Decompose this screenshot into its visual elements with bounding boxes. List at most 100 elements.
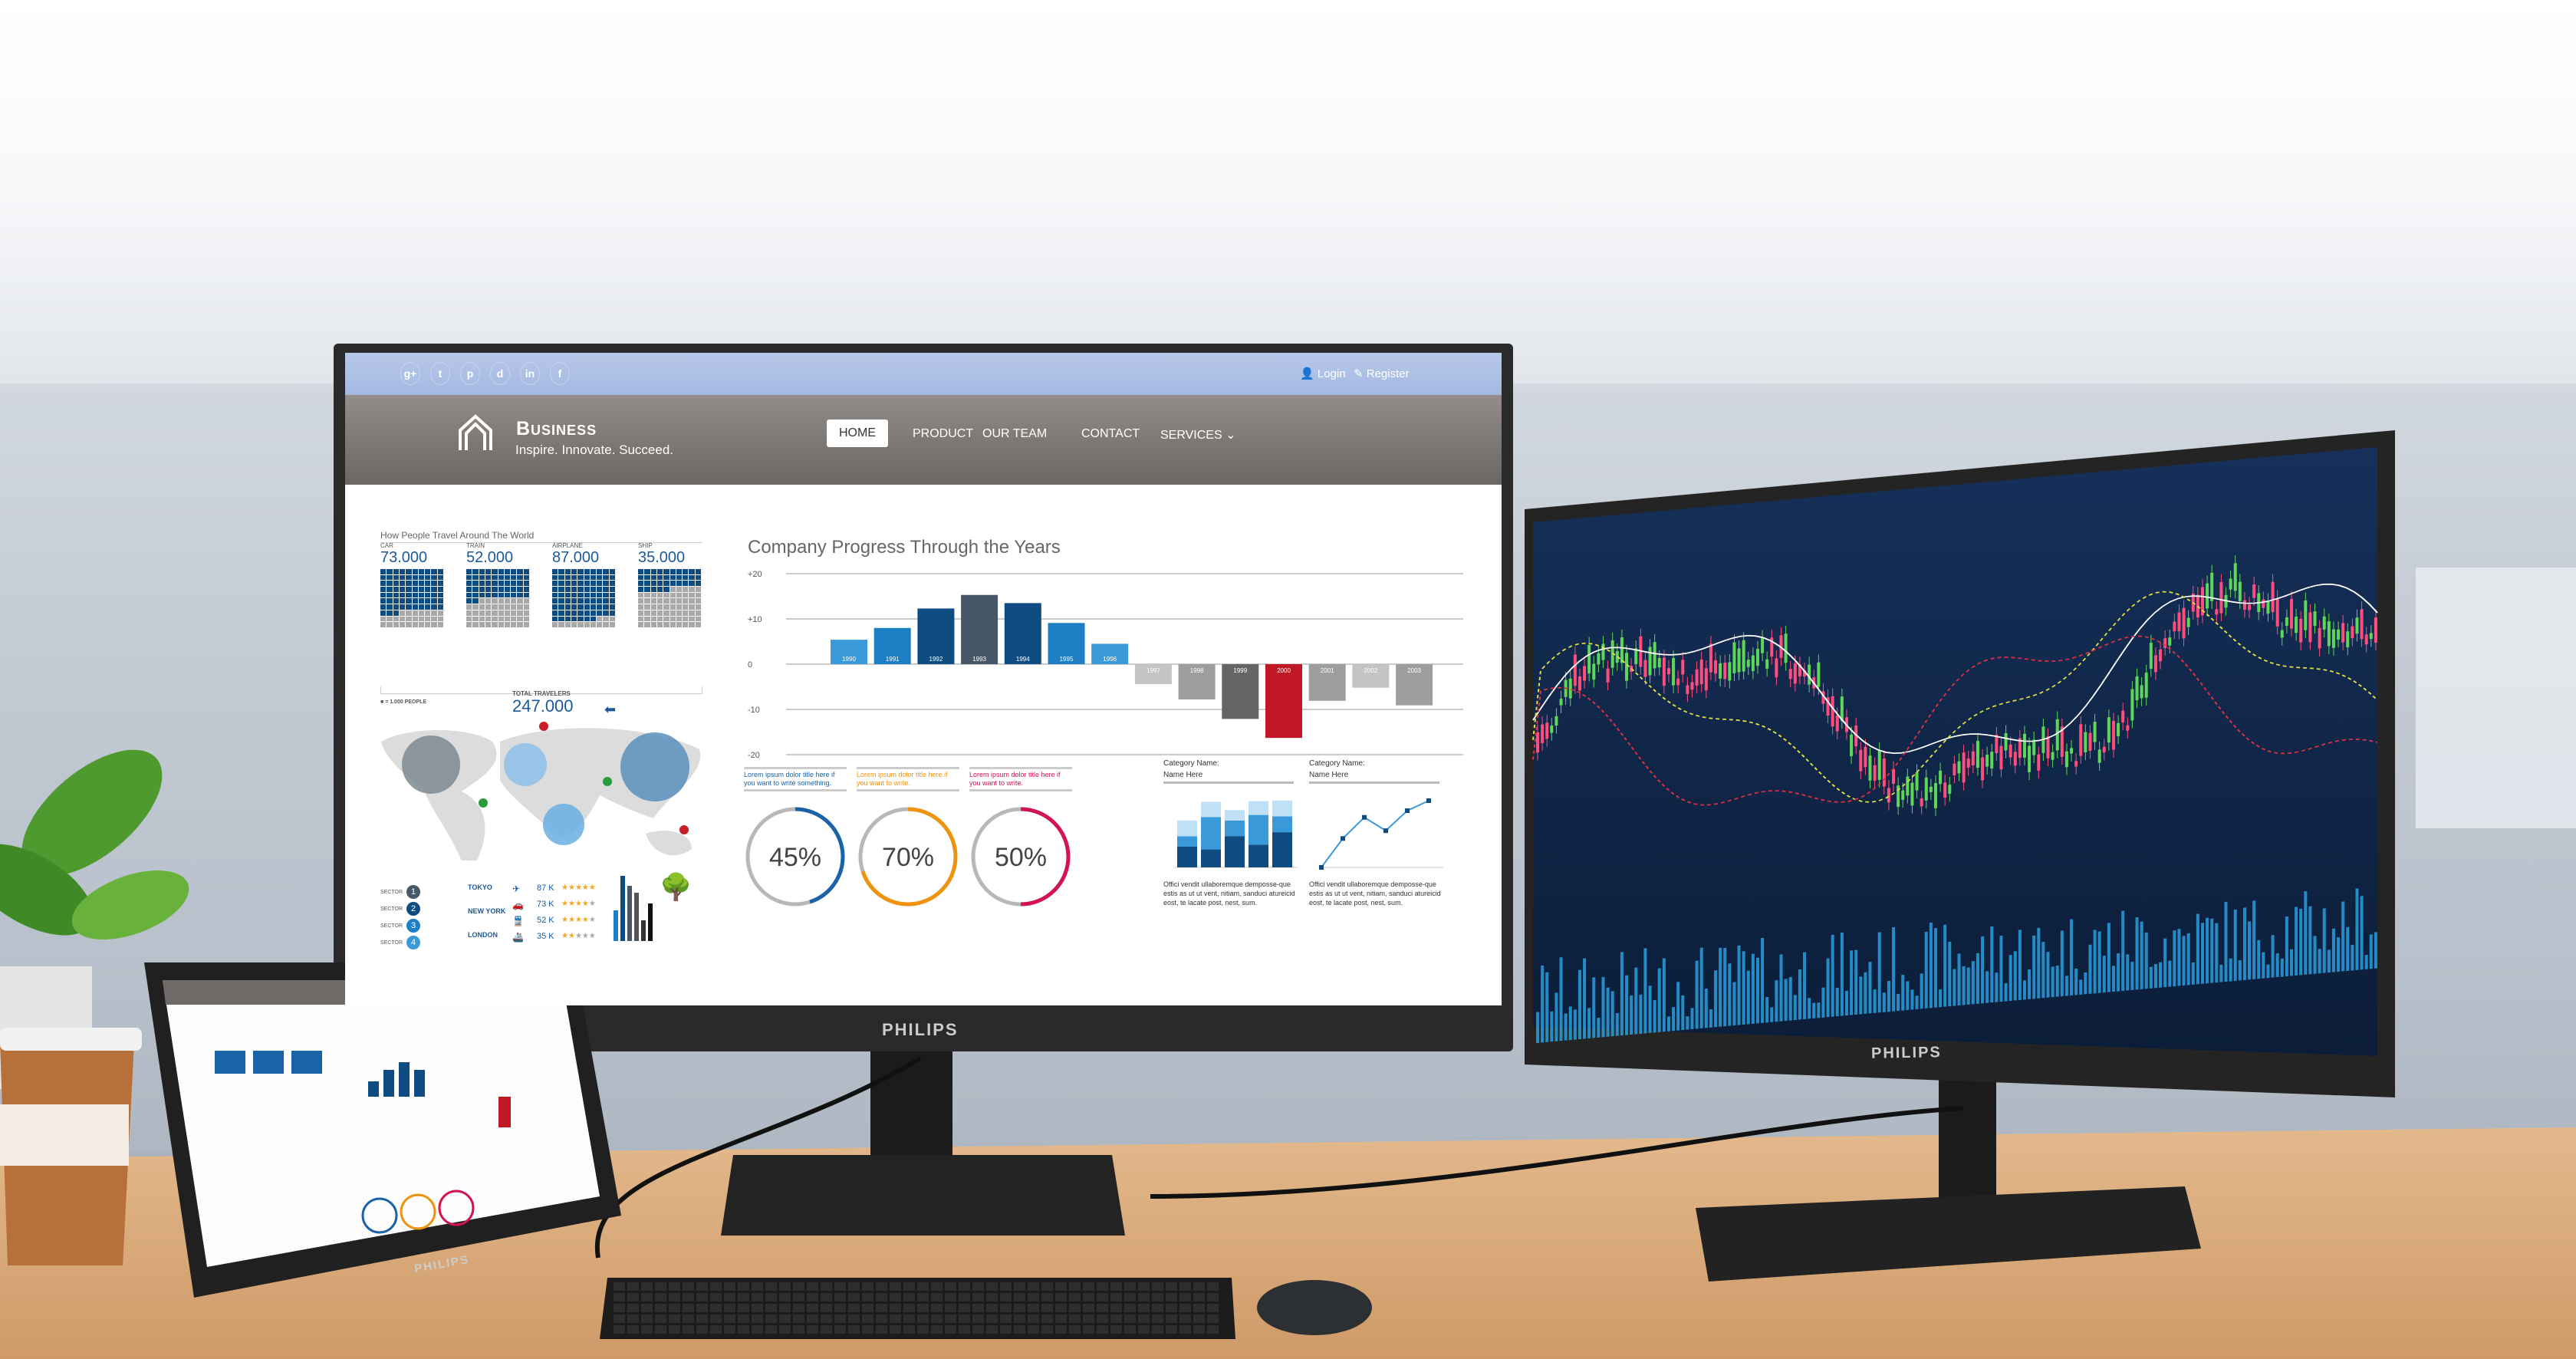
key[interactable] [945, 1315, 956, 1323]
key[interactable] [890, 1315, 901, 1323]
key[interactable] [669, 1325, 680, 1334]
key[interactable] [1055, 1282, 1067, 1291]
key[interactable] [655, 1282, 666, 1291]
key[interactable] [696, 1325, 708, 1334]
key[interactable] [959, 1282, 970, 1291]
key[interactable] [972, 1293, 984, 1301]
key[interactable] [765, 1315, 777, 1323]
key[interactable] [821, 1282, 832, 1291]
key[interactable] [641, 1293, 653, 1301]
key[interactable] [945, 1282, 956, 1291]
key[interactable] [724, 1315, 735, 1323]
key[interactable] [738, 1315, 749, 1323]
key[interactable] [752, 1293, 763, 1301]
key[interactable] [986, 1315, 998, 1323]
key[interactable] [959, 1304, 970, 1312]
key[interactable] [669, 1293, 680, 1301]
key[interactable] [614, 1293, 625, 1301]
key[interactable] [738, 1293, 749, 1301]
key[interactable] [1110, 1315, 1122, 1323]
key[interactable] [641, 1282, 653, 1291]
key[interactable] [655, 1293, 666, 1301]
key[interactable] [641, 1325, 653, 1334]
nav-services[interactable]: SERVICES ⌄ [1160, 427, 1235, 443]
key[interactable] [669, 1315, 680, 1323]
key[interactable] [1000, 1315, 1012, 1323]
key[interactable] [710, 1325, 722, 1334]
key[interactable] [1193, 1304, 1205, 1312]
key[interactable] [1110, 1325, 1122, 1334]
key[interactable] [1028, 1315, 1039, 1323]
key[interactable] [683, 1325, 694, 1334]
key[interactable] [1124, 1282, 1136, 1291]
key[interactable] [1124, 1315, 1136, 1323]
key[interactable] [641, 1315, 653, 1323]
key[interactable] [1179, 1293, 1191, 1301]
key[interactable] [862, 1282, 873, 1291]
key[interactable] [1097, 1304, 1108, 1312]
key[interactable] [1207, 1325, 1219, 1334]
key[interactable] [1069, 1282, 1081, 1291]
key[interactable] [834, 1293, 846, 1301]
key[interactable] [876, 1304, 887, 1312]
nav-product[interactable]: PRODUCT [913, 427, 973, 441]
key[interactable] [793, 1325, 804, 1334]
nav-our-team[interactable]: OUR TEAM [982, 427, 1047, 441]
facebook-icon[interactable]: f [550, 362, 570, 385]
key[interactable] [669, 1304, 680, 1312]
key[interactable] [779, 1304, 791, 1312]
key[interactable] [1152, 1293, 1163, 1301]
key[interactable] [876, 1293, 887, 1301]
nav-contact[interactable]: CONTACT [1081, 427, 1140, 441]
key[interactable] [903, 1282, 915, 1291]
key[interactable] [1000, 1293, 1012, 1301]
key[interactable] [1110, 1293, 1122, 1301]
key[interactable] [1041, 1293, 1053, 1301]
key[interactable] [1179, 1325, 1191, 1334]
key[interactable] [710, 1304, 722, 1312]
key[interactable] [683, 1315, 694, 1323]
key[interactable] [931, 1282, 943, 1291]
key[interactable] [890, 1325, 901, 1334]
key[interactable] [738, 1282, 749, 1291]
key[interactable] [710, 1315, 722, 1323]
key[interactable] [848, 1293, 860, 1301]
key[interactable] [1069, 1304, 1081, 1312]
key[interactable] [876, 1282, 887, 1291]
key[interactable] [1028, 1293, 1039, 1301]
key[interactable] [1069, 1293, 1081, 1301]
key[interactable] [848, 1325, 860, 1334]
key[interactable] [793, 1282, 804, 1291]
key[interactable] [1069, 1315, 1081, 1323]
key[interactable] [683, 1282, 694, 1291]
key[interactable] [1000, 1325, 1012, 1334]
key[interactable] [1097, 1282, 1108, 1291]
key[interactable] [752, 1304, 763, 1312]
key[interactable] [724, 1293, 735, 1301]
key[interactable] [1138, 1315, 1150, 1323]
key[interactable] [1193, 1282, 1205, 1291]
key[interactable] [614, 1315, 625, 1323]
key[interactable] [793, 1293, 804, 1301]
key[interactable] [1083, 1293, 1094, 1301]
key[interactable] [834, 1282, 846, 1291]
key[interactable] [724, 1282, 735, 1291]
key[interactable] [1097, 1293, 1108, 1301]
key[interactable] [890, 1293, 901, 1301]
key[interactable] [1041, 1325, 1053, 1334]
key[interactable] [696, 1304, 708, 1312]
key[interactable] [779, 1282, 791, 1291]
brand-name[interactable]: Business [516, 418, 597, 440]
key[interactable] [1028, 1282, 1039, 1291]
key[interactable] [752, 1325, 763, 1334]
key[interactable] [1193, 1325, 1205, 1334]
key[interactable] [903, 1315, 915, 1323]
key[interactable] [862, 1293, 873, 1301]
login-label[interactable]: Login [1318, 367, 1346, 380]
key[interactable] [972, 1282, 984, 1291]
key[interactable] [862, 1304, 873, 1312]
key[interactable] [1083, 1315, 1094, 1323]
key[interactable] [655, 1304, 666, 1312]
key[interactable] [1138, 1304, 1150, 1312]
key[interactable] [710, 1293, 722, 1301]
